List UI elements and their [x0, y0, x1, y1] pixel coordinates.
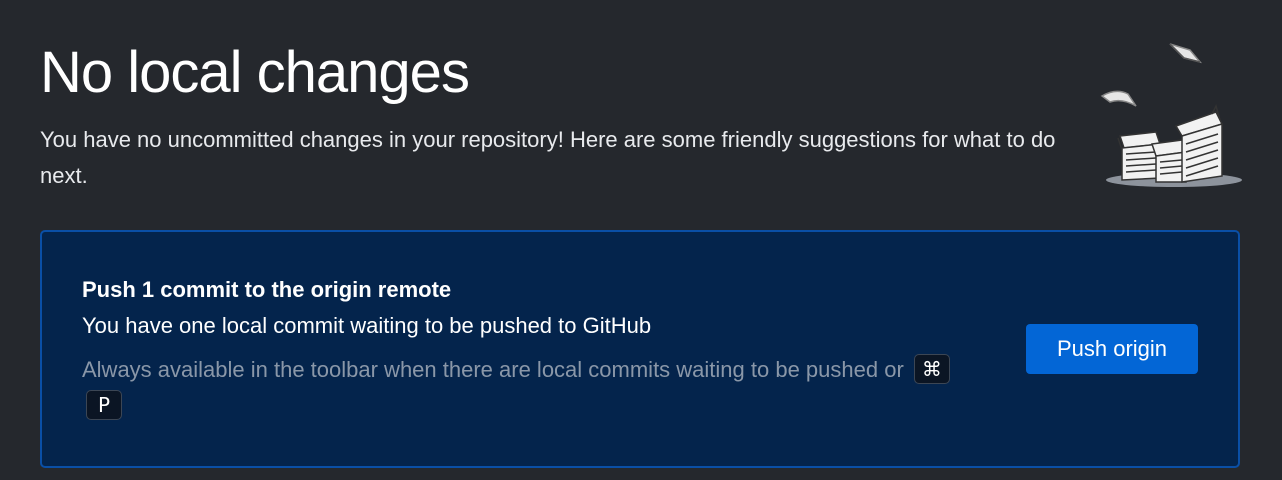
push-suggestion-description: You have one local commit waiting to be … — [82, 313, 652, 338]
push-origin-button[interactable]: Push origin — [1026, 324, 1198, 374]
header: No local changes You have no uncommitted… — [40, 38, 1080, 194]
command-key-icon: ⌘ — [913, 354, 950, 385]
push-suggestion-hint: Always available in the toolbar when the… — [82, 352, 962, 424]
push-suggestion-text: Push 1 commit to the origin remote You h… — [82, 276, 962, 424]
page-subtitle: You have no uncommitted changes in your … — [40, 127, 1056, 188]
paper-stacks-illustration — [1100, 43, 1242, 187]
page-title: No local changes — [40, 40, 470, 105]
shortcut-key-p: P — [86, 390, 122, 421]
push-suggestion-card: Push 1 commit to the origin remote You h… — [40, 230, 1240, 468]
no-changes-view: No local changes You have no uncommitted… — [0, 0, 1282, 480]
push-suggestion-title: Push 1 commit to the origin remote — [82, 277, 452, 302]
push-hint-text: Always available in the toolbar when the… — [82, 357, 904, 382]
